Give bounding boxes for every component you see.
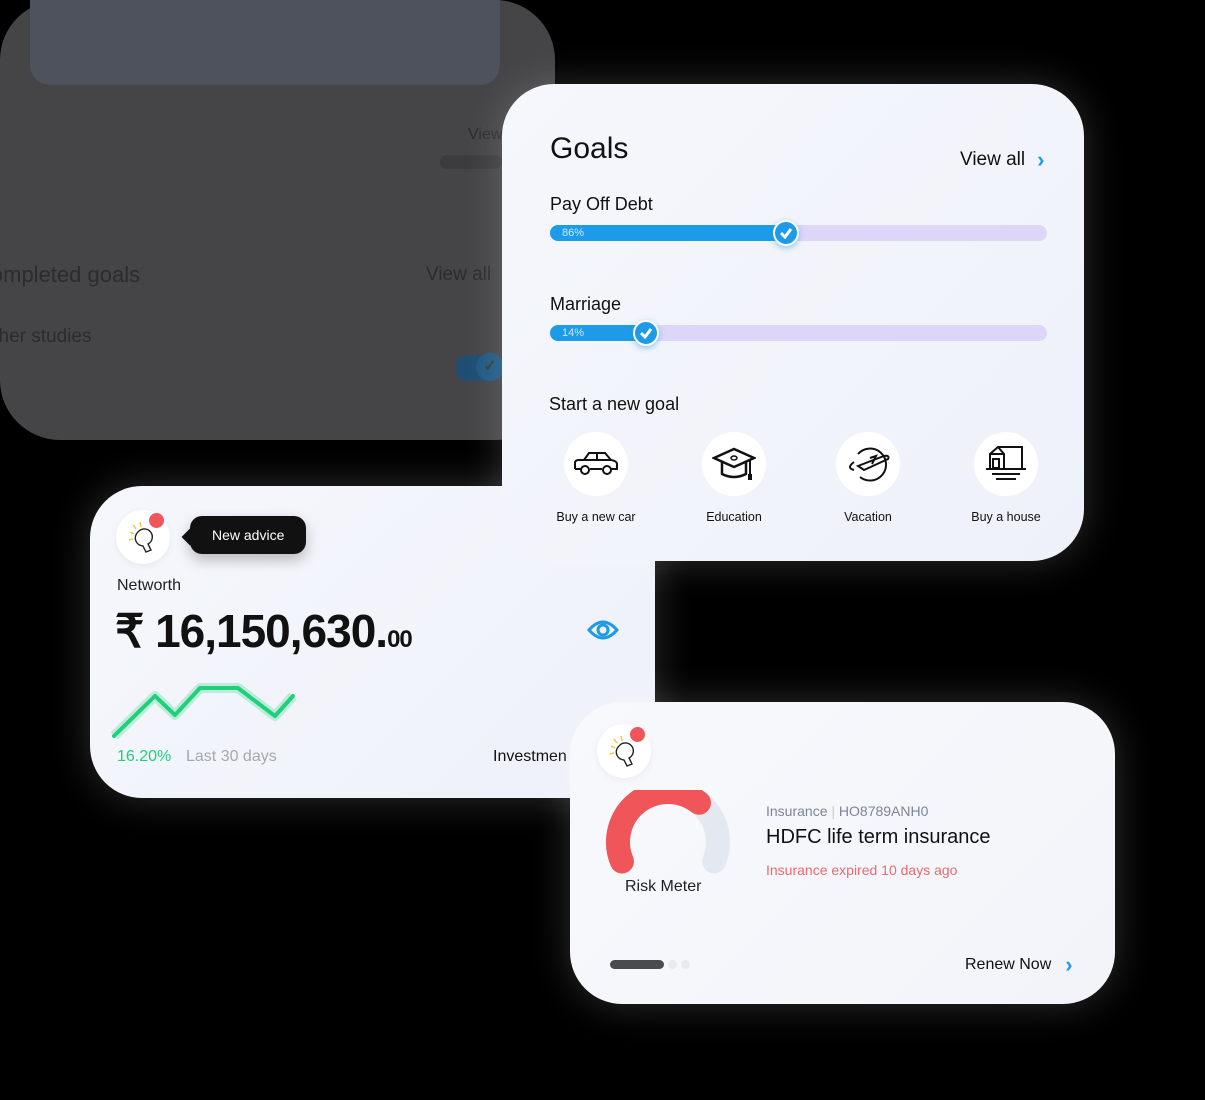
risk-meter-label: Risk Meter bbox=[625, 878, 702, 895]
check-icon[interactable] bbox=[633, 320, 659, 346]
chevron-right-icon: › bbox=[1037, 147, 1045, 172]
goal-name: Pay Off Debt bbox=[550, 194, 653, 214]
graduation-cap-icon bbox=[712, 447, 756, 480]
insurance-card: Risk Meter Insurance | HO8789ANH0 HDFC l… bbox=[570, 702, 1115, 1004]
policy-meta: Insurance | HO8789ANH0 bbox=[766, 803, 929, 819]
gauge-fill bbox=[606, 790, 711, 874]
goal-progress-bar: 86% bbox=[550, 220, 1047, 246]
new-goal-vacation[interactable]: Vacation bbox=[808, 432, 928, 524]
house-icon bbox=[986, 446, 1026, 480]
progress-percent: 14% bbox=[562, 327, 585, 339]
networth-change: 16.20% bbox=[117, 748, 172, 765]
goal-label: Vacation bbox=[844, 510, 892, 524]
new-goal-car[interactable]: Buy a new car bbox=[536, 432, 656, 524]
placeholder-box bbox=[30, 0, 500, 85]
chevron-right-icon: › bbox=[1065, 952, 1073, 977]
eye-icon[interactable] bbox=[586, 616, 620, 644]
progress-percent: 86% bbox=[562, 227, 585, 239]
view-all-link[interactable]: View all bbox=[426, 264, 491, 286]
currency-symbol: ₹ bbox=[115, 605, 144, 657]
car-icon bbox=[574, 452, 618, 475]
goals-title: Goals bbox=[550, 132, 629, 165]
completed-goals-card: View Completed goals View all Higher stu… bbox=[0, 0, 555, 440]
goal-label: Education bbox=[706, 510, 762, 524]
view-all-label: View all bbox=[960, 149, 1026, 170]
amount-value: 16,150,630. bbox=[155, 605, 388, 657]
notification-dot bbox=[630, 727, 645, 742]
goal-label: Buy a new car bbox=[556, 510, 636, 524]
networth-amount: ₹ 16,150,630.00 bbox=[115, 604, 413, 658]
view-all-goals-button[interactable]: View all › bbox=[960, 147, 1044, 173]
view-link[interactable]: View bbox=[468, 126, 502, 144]
tooltip-text: New advice bbox=[212, 527, 285, 543]
networth-sparkline bbox=[110, 683, 297, 740]
goal-label: Buy a house bbox=[971, 510, 1041, 524]
advice-button[interactable] bbox=[597, 724, 651, 778]
networth-label: Networth bbox=[117, 577, 182, 594]
new-goal-title: Start a new goal bbox=[549, 394, 680, 414]
investments-link[interactable]: Investmen bbox=[493, 748, 570, 766]
completed-goals-title: Completed goals bbox=[0, 262, 141, 287]
new-goal-house[interactable]: Buy a house bbox=[946, 432, 1066, 524]
new-goal-education[interactable]: Education bbox=[674, 432, 794, 524]
risk-meter-gauge bbox=[606, 790, 730, 874]
goals-card: Goals View all › Pay Off Debt 86% Marria… bbox=[502, 84, 1084, 561]
renew-label: Renew Now bbox=[965, 956, 1052, 973]
notification-dot bbox=[149, 513, 164, 528]
policy-id: HO8789ANH0 bbox=[838, 803, 929, 819]
check-icon[interactable] bbox=[773, 220, 799, 246]
progress-track bbox=[440, 155, 502, 169]
carousel-indicator bbox=[610, 960, 690, 969]
new-advice-tooltip: New advice bbox=[181, 516, 307, 554]
policy-status: Insurance expired 10 days ago bbox=[766, 862, 958, 878]
carousel-dot[interactable] bbox=[668, 960, 677, 969]
goal-progress-bar: 14% bbox=[550, 320, 1047, 346]
change-period: Last 30 days bbox=[186, 748, 277, 765]
progress-fill: 86% bbox=[550, 225, 790, 241]
check-icon: ✓ bbox=[476, 353, 504, 381]
policy-name: HDFC life term insurance bbox=[766, 826, 991, 848]
advice-button[interactable] bbox=[116, 510, 170, 564]
carousel-dot[interactable] bbox=[681, 960, 690, 969]
carousel-dot-active[interactable] bbox=[610, 960, 664, 969]
insurance-category: Insurance bbox=[766, 803, 828, 819]
completed-goal-item: Higher studies bbox=[0, 326, 92, 347]
renew-now-button[interactable]: Renew Now › bbox=[965, 952, 1073, 978]
amount-decimals: 00 bbox=[387, 626, 413, 653]
goal-name: Marriage bbox=[550, 294, 622, 314]
airplane-globe-icon bbox=[849, 447, 890, 482]
